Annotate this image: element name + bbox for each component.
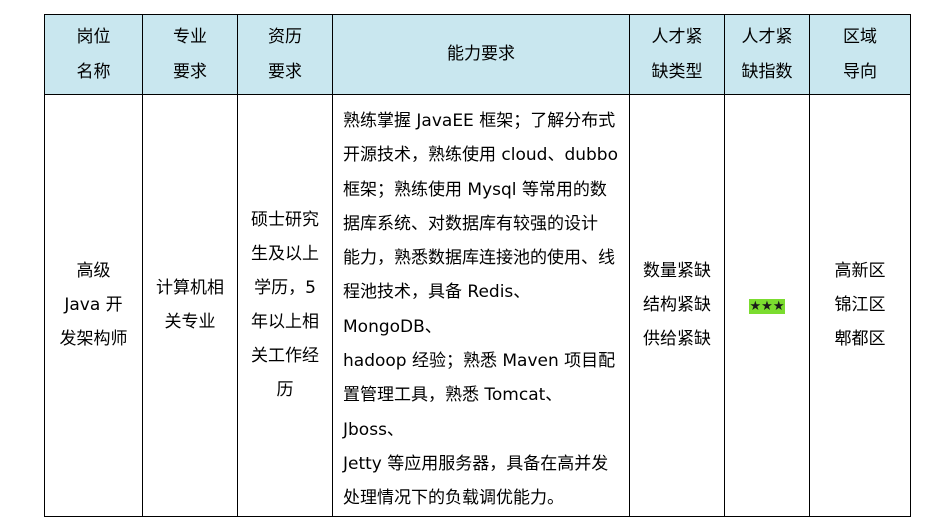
cell-experience: 硕士研究 生及以上 学历，5 年以上相 关工作经 历 xyxy=(237,94,333,517)
star-rating: ★★★ xyxy=(748,299,786,315)
header-major: 专业 要求 xyxy=(142,14,238,95)
talent-requirements-table: 岗位 名称 专业 要求 资历 要求 能力要求 人才紧 缺类型 人才紧 缺指数 区… xyxy=(44,14,911,517)
table-row: 高级 Java 开 发架构师 计算机相 关专业 硕士研究 生及以上 学历，5 年… xyxy=(44,94,911,517)
header-position-name: 岗位 名称 xyxy=(44,14,143,95)
cell-shortage-type: 数量紧缺 结构紧缺 供给紧缺 xyxy=(629,94,725,517)
header-shortage-type: 人才紧 缺类型 xyxy=(629,14,725,95)
cell-major: 计算机相 关专业 xyxy=(142,94,238,517)
header-experience: 资历 要求 xyxy=(237,14,333,95)
header-row: 岗位 名称 专业 要求 资历 要求 能力要求 人才紧 缺类型 人才紧 缺指数 区… xyxy=(44,14,911,95)
cell-skills: 熟练掌握 JavaEE 框架；了解分布式 开源技术，熟练使用 cloud、dub… xyxy=(332,94,630,517)
header-skills: 能力要求 xyxy=(332,14,630,95)
cell-shortage-index: ★★★ xyxy=(724,94,810,517)
cell-region: 高新区 锦江区 郫都区 xyxy=(809,94,911,517)
header-region: 区域 导向 xyxy=(809,14,911,95)
cell-position-name: 高级 Java 开 发架构师 xyxy=(44,94,143,517)
header-shortage-index: 人才紧 缺指数 xyxy=(724,14,810,95)
